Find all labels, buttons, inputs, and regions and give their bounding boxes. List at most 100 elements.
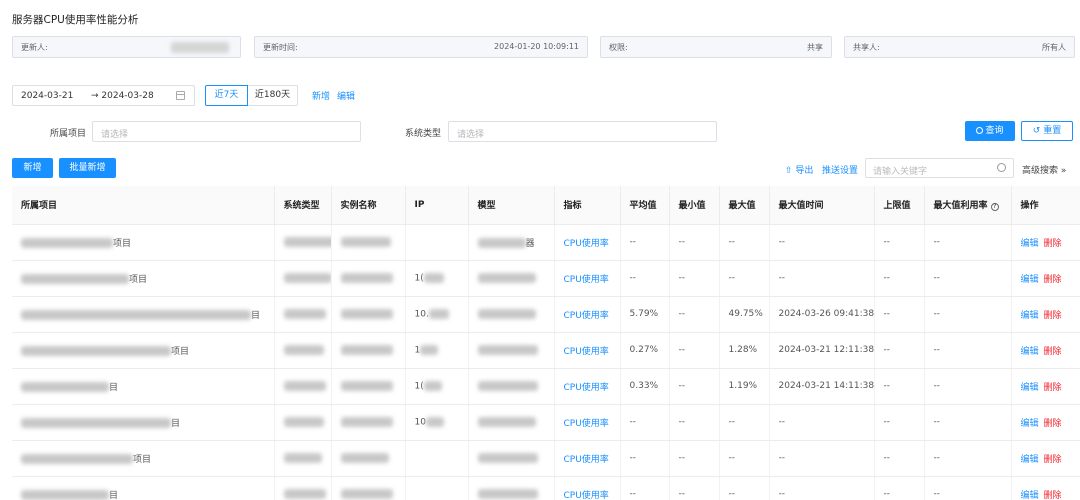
cell-indicator[interactable]: CPU使用率 (554, 296, 621, 333)
update-time-field: 更新时间: 2024-01-20 10:09:11 (254, 36, 588, 58)
table-header-row: 所属项目 系统类型 实例名称 IP 模型 指标 平均值 最小值 最大值 最大值时… (12, 186, 1080, 225)
edit-button[interactable]: 编辑 (1021, 311, 1039, 321)
delete-button[interactable]: 删除 (1044, 311, 1062, 321)
cell-instance (331, 332, 406, 369)
edit-button[interactable]: 编辑 (1021, 455, 1039, 465)
table-row[interactable]: 项目 1 CPU使用率 0.27% -- 1.28% 2024-03-21 12:11:38… (12, 332, 1080, 369)
project-select[interactable]: 请选择 (92, 121, 361, 142)
date-end[interactable]: → 2024-03-28 (91, 91, 154, 101)
table-row[interactable]: 目 CPU使用率 -- -- -- -- -- -- 编辑 删除 (12, 476, 1080, 500)
redacted-text (283, 344, 324, 355)
col-header[interactable]: 所属项目 (12, 186, 275, 225)
delete-button[interactable]: 删除 (1044, 419, 1062, 429)
delete-button[interactable]: 删除 (1044, 239, 1062, 249)
quick-180-days-button[interactable]: 近180天 (248, 85, 298, 106)
redacted-text (477, 308, 536, 319)
cell-ip: 10. (405, 296, 469, 333)
cell-indicator[interactable]: CPU使用率 (554, 224, 621, 261)
edit-button[interactable]: 编辑 (1021, 419, 1039, 429)
edit-range-link[interactable]: 编辑 (337, 89, 355, 102)
export-link[interactable]: ⇧ 导出 (785, 163, 813, 176)
project-suffix: 目 (171, 418, 181, 429)
advanced-search-toggle[interactable]: 高级搜索 » (1022, 163, 1066, 176)
cell-actions: 编辑 删除 (1011, 476, 1080, 500)
col-header[interactable]: 最大值利用率 ? (924, 186, 1012, 225)
cell-ip: 1( (405, 368, 469, 405)
cell-max-time: 2024-03-21 14:11:38 (769, 368, 875, 405)
add-button[interactable]: 新增 (12, 158, 53, 178)
cell-instance (331, 296, 406, 333)
delete-button[interactable]: 删除 (1044, 491, 1062, 500)
edit-button[interactable]: 编辑 (1021, 383, 1039, 393)
batch-add-button[interactable]: 批量新增 (59, 158, 116, 178)
delete-button[interactable]: 删除 (1044, 383, 1062, 393)
col-header[interactable]: 指标 (554, 186, 621, 225)
table-row[interactable]: 项目 1(CPU使用率 -- -- -- -- -- -- 编辑 删除 (12, 260, 1080, 297)
cell-min: -- (669, 404, 720, 441)
redacted-text (477, 344, 538, 355)
delete-button[interactable]: 删除 (1044, 455, 1062, 465)
cell-avg: 0.27% (620, 332, 670, 369)
redacted-text (21, 418, 171, 428)
systype-select[interactable]: 请选择 (448, 121, 717, 142)
redacted-text (477, 238, 526, 248)
cell-max: -- (719, 404, 770, 441)
cell-project: 项目 (12, 224, 275, 261)
edit-button[interactable]: 编辑 (1021, 239, 1039, 249)
date-range-picker[interactable]: 2024-03-21 → 2024-03-28 (12, 85, 195, 106)
cell-indicator[interactable]: CPU使用率 (554, 368, 621, 405)
col-header[interactable]: IP (405, 186, 469, 225)
col-header[interactable]: 上限值 (874, 186, 925, 225)
edit-button[interactable]: 编辑 (1021, 275, 1039, 285)
col-header[interactable]: 平均值 (620, 186, 670, 225)
col-header[interactable]: 系统类型 (274, 186, 332, 225)
export-label: 导出 (795, 166, 814, 176)
project-suffix: 项目 (133, 454, 152, 465)
delete-button[interactable]: 删除 (1044, 275, 1062, 285)
delete-button[interactable]: 删除 (1044, 347, 1062, 357)
cell-indicator[interactable]: CPU使用率 (554, 332, 621, 369)
col-header[interactable]: 实例名称 (331, 186, 406, 225)
cell-project: 目 (12, 404, 275, 441)
table-row[interactable]: 目 10 CPU使用率 -- -- -- -- -- -- 编辑 删除 (12, 404, 1080, 441)
data-table: 所属项目 系统类型 实例名称 IP 模型 指标 平均值 最小值 最大值 最大值时… (12, 186, 1080, 500)
calendar-icon[interactable] (176, 91, 185, 100)
sharer-value: 所有人 (1042, 43, 1066, 52)
table-row[interactable]: 项目器 CPU使用率 -- -- -- -- -- -- 编辑 删除 (12, 224, 1080, 261)
cell-min: -- (669, 368, 720, 405)
cell-indicator[interactable]: CPU使用率 (554, 260, 621, 297)
table-row[interactable]: 目 1(CPU使用率 0.33% -- 1.19% 2024-03-21 14:11:38… (12, 368, 1080, 405)
cell-project: 项目 (12, 332, 275, 369)
edit-button[interactable]: 编辑 (1021, 491, 1039, 500)
date-start[interactable]: 2024-03-21 (21, 91, 73, 101)
push-settings-link[interactable]: 推送设置 (822, 163, 858, 176)
cell-max: -- (719, 476, 770, 500)
add-range-link[interactable]: 新增 (312, 89, 330, 102)
redacted-text (21, 382, 109, 392)
col-header[interactable]: 最大值时间 (769, 186, 875, 225)
cell-indicator[interactable]: CPU使用率 (554, 404, 621, 441)
keyword-search-input[interactable]: 请输入关键字 (865, 158, 1014, 178)
cell-ip (405, 224, 469, 261)
table-row[interactable]: 项目 CPU使用率 -- -- -- -- -- -- 编辑 删除 (12, 440, 1080, 477)
col-header[interactable]: 最小值 (669, 186, 720, 225)
edit-button[interactable]: 编辑 (1021, 347, 1039, 357)
cell-model (468, 476, 555, 500)
table-row[interactable]: 目 10. CPU使用率 5.79% -- 49.75% 2024-03-26 09:41:… (12, 296, 1080, 333)
redacted-text (423, 380, 442, 391)
quick-7-days-button[interactable]: 近7天 (205, 85, 248, 106)
help-icon[interactable]: ? (990, 203, 999, 212)
redacted-text (21, 490, 109, 500)
project-suffix: 目 (251, 310, 261, 321)
cell-instance (331, 404, 406, 441)
cell-limit: -- (874, 224, 925, 261)
cell-indicator[interactable]: CPU使用率 (554, 476, 621, 500)
query-button[interactable]: 查询 (965, 121, 1015, 141)
cell-indicator[interactable]: CPU使用率 (554, 440, 621, 477)
col-header[interactable]: 模型 (468, 186, 555, 225)
cell-avg: -- (620, 404, 670, 441)
search-icon[interactable] (997, 163, 1006, 172)
advanced-search-label: 高级搜索 (1022, 166, 1059, 176)
reset-button[interactable]: ↺ 重置 (1021, 121, 1073, 141)
col-header[interactable]: 最大值 (719, 186, 770, 225)
